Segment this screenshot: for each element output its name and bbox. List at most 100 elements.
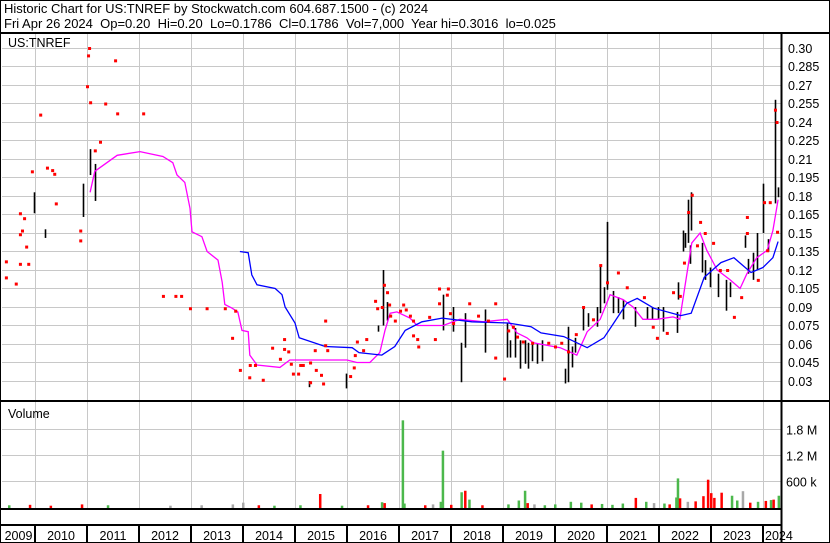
close-price-dot [516, 335, 520, 339]
close-price-dot [606, 281, 609, 285]
close-price-dot [116, 112, 120, 116]
price-tick-label: 0.27 [788, 79, 812, 93]
close-price-dot [289, 362, 293, 366]
volume-bar [383, 503, 386, 508]
volume-bar [706, 479, 710, 508]
close-price-dot [433, 338, 437, 342]
volume-bar [611, 504, 614, 508]
volume-bar [507, 504, 510, 508]
close-price-dot [87, 54, 91, 58]
close-price-dot [591, 318, 595, 322]
close-price-dot [324, 319, 328, 323]
volume-bar [533, 504, 536, 508]
year-tick-label: 2021 [619, 529, 647, 543]
price-tick-label: 0.21 [788, 153, 812, 167]
close-price-dot [416, 338, 420, 342]
volume-bar [678, 498, 682, 508]
close-price-dot [14, 282, 18, 286]
close-price-dot [503, 377, 507, 381]
volume-axis: 1.8 M 1.2 M 600 k [786, 424, 817, 490]
close-price-dot [651, 325, 655, 329]
year-tick-label: 2013 [203, 529, 231, 543]
close-price-dot [39, 113, 43, 117]
volume-panel-label: Volume [8, 407, 50, 421]
volume-bar [380, 502, 384, 508]
close-price-dot [438, 302, 442, 306]
close-price-dot [625, 286, 629, 290]
volume-bar [702, 496, 705, 508]
volume-bar [736, 500, 739, 508]
header-title: Historic Chart for US:TNREF by Stockwatc… [4, 1, 428, 16]
close-price-dot [567, 350, 570, 354]
close-price-dot [27, 262, 31, 266]
year-tick-label: 2012 [151, 529, 179, 543]
volume-bar [257, 505, 261, 508]
close-price-dot [412, 319, 416, 323]
year-tick-label: 2018 [463, 529, 491, 543]
close-price-dot [297, 372, 301, 376]
close-price-dot [655, 336, 659, 340]
year-tick-label: 2019 [515, 529, 543, 543]
year-tick-label: 2016 [359, 529, 387, 543]
close-price-dot [745, 215, 749, 219]
close-price-dot [582, 305, 586, 309]
price-tick-label: 0.225 [788, 134, 819, 148]
price-tick-label: 0.18 [788, 190, 812, 204]
price-tick-label: 0.255 [788, 97, 819, 111]
volume-bar [769, 500, 773, 508]
close-price-dot [399, 309, 403, 313]
volume-bar [777, 495, 781, 508]
close-price-dot [93, 149, 97, 153]
price-tick-label: 0.12 [788, 264, 812, 278]
year-tick-label: 2010 [47, 529, 75, 543]
stock-chart: Historic Chart for US:TNREF by Stockwatc… [0, 0, 830, 543]
volume-bar [554, 504, 557, 508]
close-price-dot [726, 268, 730, 272]
close-price-dot [161, 294, 165, 298]
volume-bar [645, 501, 648, 508]
price-tick-label: 0.075 [788, 319, 819, 333]
close-price-dot [763, 201, 767, 205]
close-price-dot [301, 363, 305, 367]
close-price-dot [507, 329, 511, 333]
volume-bar [730, 495, 734, 508]
volume-bar [28, 504, 32, 508]
close-price-dot [223, 307, 227, 311]
close-price-dot [313, 349, 317, 353]
volume-bar [431, 504, 435, 508]
close-price-dot [352, 366, 356, 370]
close-price-dot [665, 331, 669, 335]
price-tick-label: 0.045 [788, 356, 819, 370]
close-price-dot [678, 294, 682, 298]
volume-bar [710, 493, 713, 508]
close-price-dot [309, 361, 313, 365]
close-price-dot [417, 345, 421, 349]
close-price-dot [30, 170, 34, 174]
close-price-dot [486, 319, 490, 323]
volume-tick-label: 1.8 M [786, 424, 817, 438]
close-price-dot [299, 363, 303, 367]
close-price-dot [445, 293, 449, 297]
close-price-dot [511, 325, 515, 329]
close-price-dot [349, 375, 353, 379]
close-price-dot [616, 271, 620, 275]
volume-bar [450, 504, 453, 508]
close-price-dot [114, 59, 118, 63]
close-price-dot [452, 322, 456, 326]
close-price-dot [248, 376, 252, 380]
close-price-dot [438, 287, 442, 291]
close-price-dot [99, 140, 102, 144]
volume-bar [634, 497, 638, 508]
close-price-dot [712, 241, 716, 245]
volume-bar [694, 501, 697, 508]
close-price-dot [79, 239, 83, 243]
volume-bar [523, 490, 527, 508]
close-price-dot [732, 315, 736, 319]
volume-bar [663, 503, 666, 508]
year-tick-label: 2015 [307, 529, 335, 543]
close-price-dot [642, 296, 646, 300]
header-quote-summary: Fri Apr 26 2024 Op=0.20 Hi=0.20 Lo=0.178… [4, 16, 556, 31]
price-tick-label: 0.285 [788, 60, 819, 74]
close-price-dot [18, 233, 22, 237]
price-tick-label: 0.06 [788, 338, 812, 352]
